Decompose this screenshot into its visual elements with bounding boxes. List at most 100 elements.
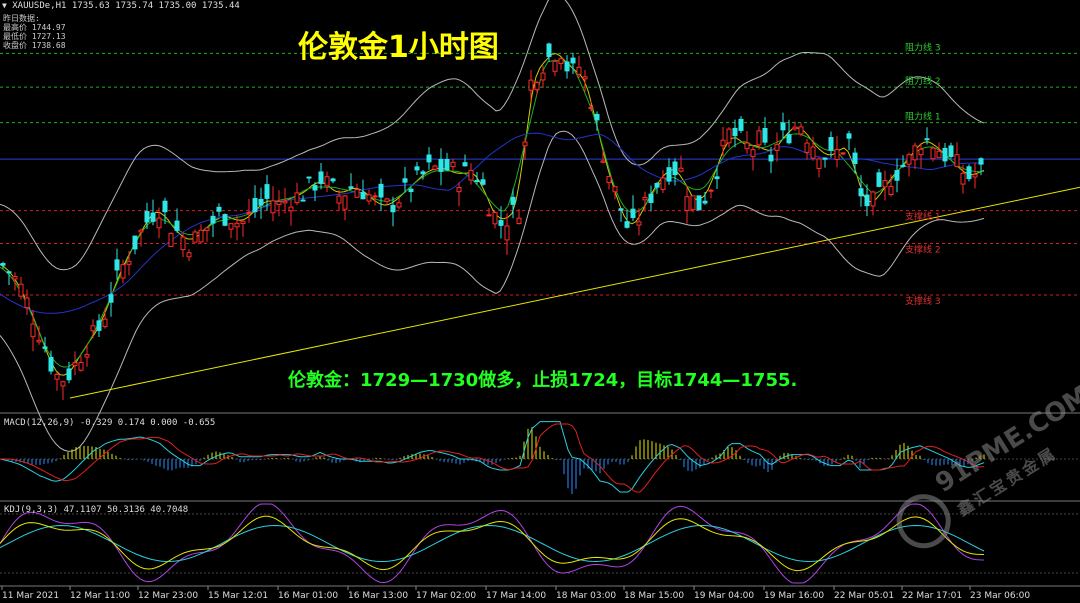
candle-body xyxy=(900,164,906,167)
candle-body xyxy=(942,147,948,162)
candle-body xyxy=(84,354,90,358)
candle-body xyxy=(0,263,6,266)
candle-body xyxy=(930,147,936,160)
candle-body xyxy=(768,154,774,162)
info-line: 昨日数据: xyxy=(3,14,40,23)
candle-body xyxy=(792,126,798,130)
candle-body xyxy=(582,76,588,80)
candle-body xyxy=(864,194,870,207)
candle-body xyxy=(684,196,690,211)
candle-body xyxy=(42,346,48,349)
candle-body xyxy=(426,154,432,163)
candle-body xyxy=(456,186,462,193)
candle-body xyxy=(810,146,816,159)
candle-body xyxy=(24,297,30,309)
candle-body xyxy=(150,212,156,222)
candle-body xyxy=(300,199,306,202)
candle-body xyxy=(222,214,228,226)
candle-body xyxy=(450,161,456,168)
x-tick-label: 18 Mar 03:00 xyxy=(556,591,616,601)
macd-label: MACD(12,26,9) -0.329 0.174 0.000 -0.655 xyxy=(4,418,216,428)
candle-body xyxy=(912,145,918,161)
x-tick-label: 17 Mar 02:00 xyxy=(416,591,476,601)
candle-body xyxy=(234,222,240,228)
candle-body xyxy=(138,229,144,233)
candle-body xyxy=(906,154,912,165)
candle-body xyxy=(936,150,942,159)
candle-body xyxy=(606,176,612,184)
candle-body xyxy=(96,320,102,331)
candle-body xyxy=(318,171,324,184)
candle-body xyxy=(960,172,966,185)
candle-body xyxy=(594,113,600,121)
candle-body xyxy=(852,152,858,165)
price-levels xyxy=(0,52,1080,296)
candle-body xyxy=(204,227,210,231)
candle-body xyxy=(306,176,312,179)
x-tick-label: 19 Mar 16:00 xyxy=(764,591,824,601)
candle-body xyxy=(666,167,672,182)
candle-body xyxy=(336,195,342,204)
candle-body xyxy=(504,225,510,241)
kdj-label: KDJ(9,3,3) 47.1107 50.3136 40.7048 xyxy=(4,505,189,515)
candle-body xyxy=(348,186,354,189)
resistance-label: 阻力线 3 xyxy=(905,41,941,53)
candle-body xyxy=(432,165,438,170)
candle-body xyxy=(780,122,786,131)
candle-body xyxy=(258,198,264,206)
candle-body xyxy=(498,220,504,226)
candle-body xyxy=(210,215,216,224)
candle-body xyxy=(60,381,66,387)
candle-body xyxy=(534,82,540,91)
candle-body xyxy=(654,182,660,188)
candle-body xyxy=(330,178,336,182)
candle-body xyxy=(510,196,516,205)
candle-body xyxy=(756,130,762,146)
dropdown-icon[interactable]: ▼ xyxy=(2,1,7,10)
candle-body xyxy=(948,145,954,157)
candle-body xyxy=(588,107,594,110)
candle-body xyxy=(798,126,804,135)
candle-body xyxy=(366,194,372,202)
candle-body xyxy=(546,43,552,57)
candle-body xyxy=(6,271,12,274)
candle-body xyxy=(660,177,666,190)
candle-body xyxy=(180,236,186,251)
kdj-j-line xyxy=(0,503,985,584)
candle-body xyxy=(612,186,618,193)
candle-body xyxy=(978,158,984,165)
candle-body xyxy=(750,149,756,158)
candle-body xyxy=(108,294,114,303)
candle-body xyxy=(408,188,414,193)
candle-body xyxy=(324,176,330,187)
candle-body xyxy=(732,127,738,137)
candlesticks xyxy=(0,42,984,400)
candle-body xyxy=(630,208,636,219)
symbol-line: XAUUSDe,H1 1735.63 1735.74 1735.00 1735.… xyxy=(12,1,240,11)
candle-body xyxy=(618,208,624,211)
candle-body xyxy=(402,178,408,183)
candle-body xyxy=(888,185,894,195)
candle-body xyxy=(132,235,138,250)
candle-body xyxy=(156,217,162,229)
resistance-label: 阻力线 2 xyxy=(905,75,941,87)
candle-body xyxy=(420,171,426,175)
candle-body xyxy=(516,217,522,225)
candle-body xyxy=(276,200,282,206)
candle-body xyxy=(816,158,822,169)
candle-body xyxy=(114,259,120,271)
candle-body xyxy=(828,137,834,151)
candle-body xyxy=(90,325,96,332)
candle-body xyxy=(384,198,390,202)
info-line: 收盘价 1738.68 xyxy=(3,41,66,50)
candle-body xyxy=(600,160,606,163)
candle-body xyxy=(786,134,792,144)
candle-body xyxy=(966,166,972,180)
level-labels: 阻力线 3 阻力线 2 阻力线 1 支撑线 1 支撑线 2 支撑线 3 xyxy=(905,41,941,307)
candle-body xyxy=(126,260,132,265)
x-tick-label: 18 Mar 15:00 xyxy=(624,591,684,601)
candle-body xyxy=(636,221,642,226)
candle-body xyxy=(192,231,198,243)
resistance-label: 阻力线 1 xyxy=(905,111,941,123)
candle-body xyxy=(438,159,444,172)
